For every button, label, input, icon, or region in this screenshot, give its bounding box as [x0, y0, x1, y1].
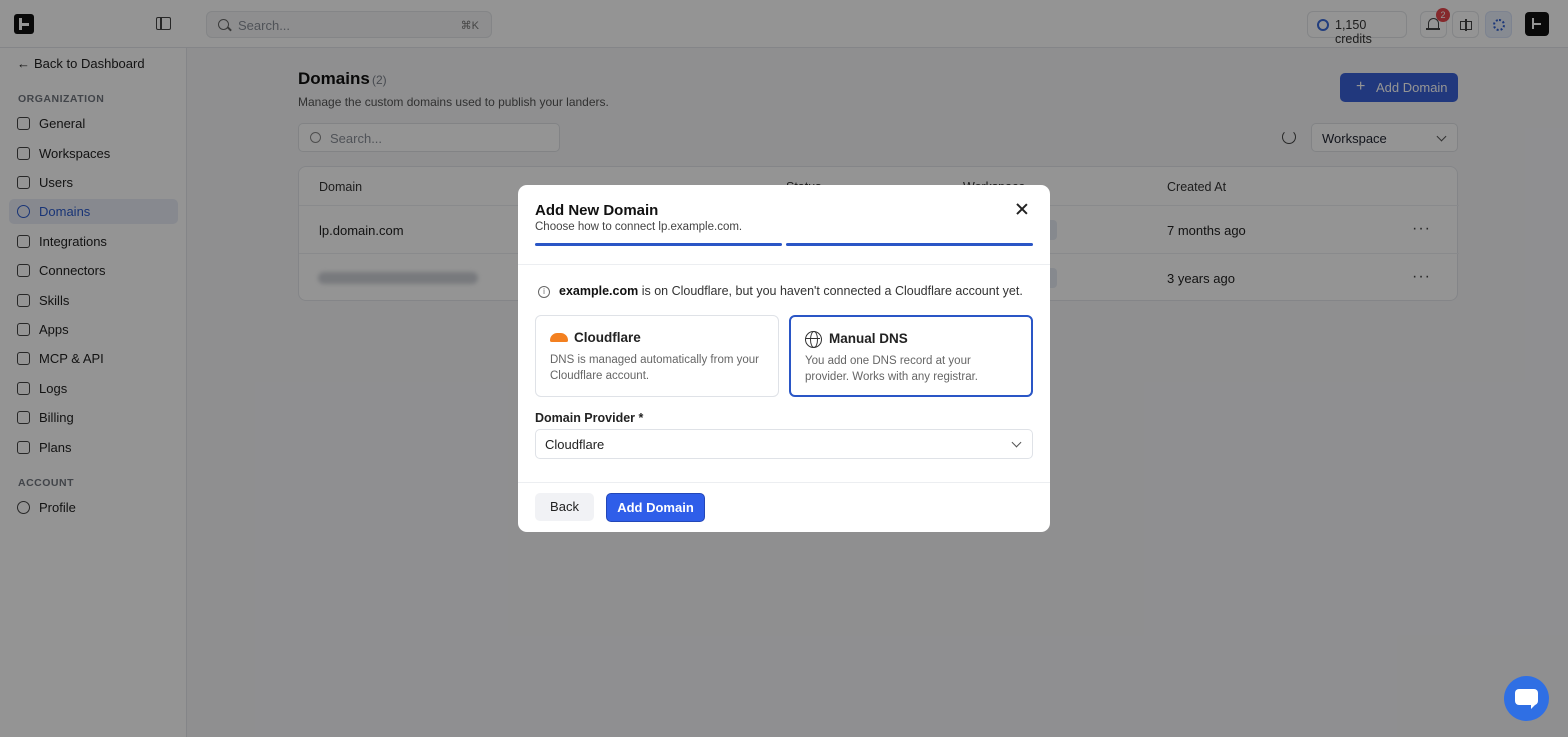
modal-subtitle: Choose how to connect lp.example.com.: [535, 221, 743, 233]
modal-title: Add New Domain: [535, 202, 659, 219]
close-icon[interactable]: [1015, 202, 1029, 216]
chat-widget-icon[interactable]: [1504, 676, 1549, 721]
submit-add-domain-button[interactable]: Add Domain: [606, 493, 705, 522]
chevron-down-icon: [1011, 437, 1022, 448]
domain-provider-label: Domain Provider *: [535, 411, 644, 425]
step-indicator-2: [786, 243, 1033, 246]
back-button[interactable]: Back: [535, 493, 594, 521]
info-domain: example.com: [559, 284, 639, 298]
divider: [518, 264, 1050, 265]
option-title: Manual DNS: [829, 331, 908, 346]
option-cloudflare[interactable]: Cloudflare DNS is managed automatically …: [535, 315, 779, 397]
domain-provider-value: Cloudflare: [545, 437, 605, 452]
globe-icon: [805, 331, 822, 348]
option-manual-dns[interactable]: Manual DNS You add one DNS record at you…: [789, 315, 1033, 397]
domain-provider-select[interactable]: Cloudflare: [535, 429, 1033, 459]
info-message: example.com is on Cloudflare, but you ha…: [559, 284, 1023, 298]
option-description: DNS is managed automatically from your C…: [550, 354, 759, 382]
divider: [518, 482, 1050, 483]
option-description: You add one DNS record at your provider.…: [805, 355, 978, 383]
option-title: Cloudflare: [574, 330, 641, 345]
info-message-text: is on Cloudflare, but you haven't connec…: [638, 284, 1023, 298]
info-icon: i: [538, 286, 550, 298]
cloudflare-icon: [550, 333, 568, 342]
step-indicator-1: [535, 243, 782, 246]
add-domain-modal: Add New Domain Choose how to connect lp.…: [518, 185, 1050, 532]
